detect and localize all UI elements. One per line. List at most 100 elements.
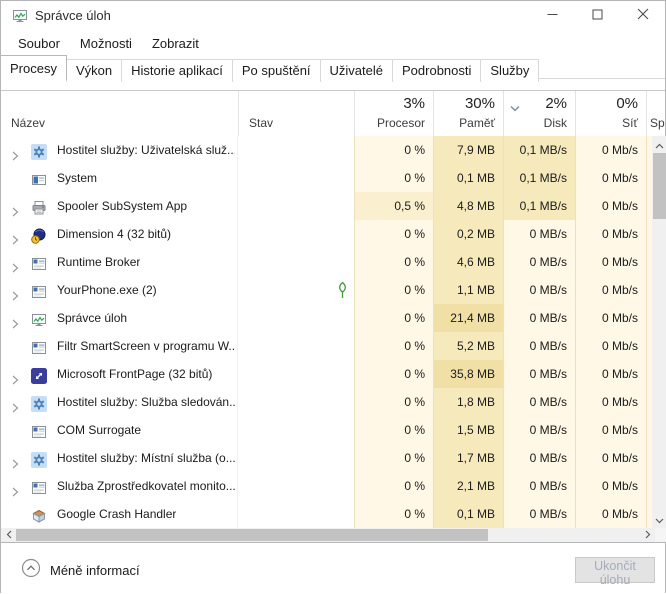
expand-chevron-icon[interactable] [9,200,21,212]
chevron-up-icon [655,136,664,154]
frontpage-icon [31,366,47,382]
horizontal-scrollbar[interactable] [1,528,655,542]
scroll-left-button[interactable] [1,528,16,542]
process-network-value: 0 Mb/s [575,276,646,304]
process-row-spravce-uloh[interactable]: Správce úloh0 %21,4 MB0 MB/s0 Mb/s [1,304,652,332]
expand-chevron-icon[interactable] [9,480,21,492]
process-network-value: 0 Mb/s [575,192,646,220]
process-name-cell: COM Surrogate [1,416,238,444]
menu-item-soubor[interactable]: Soubor [11,33,67,54]
process-disk-value: 0,1 MB/s [503,192,575,220]
end-task-button[interactable]: Ukončit úlohu [575,557,655,583]
process-row-spooler-subsystem-app[interactable]: Spooler SubSystem App0,5 %4,8 MB0,1 MB/s… [1,192,652,220]
menu-item-zobrazit[interactable]: Zobrazit [145,33,206,54]
scroll-right-button[interactable] [640,528,655,542]
maximize-icon [592,7,603,25]
scroll-up-button[interactable] [652,136,666,153]
process-name-cell: Dimension 4 (32 bitů) [1,220,238,248]
process-status-cell [238,136,354,164]
system-icon [31,170,47,186]
process-name-cell: YourPhone.exe (2) [1,276,238,304]
less-details-label: Méně informací [50,563,140,578]
process-network-value: 0 Mb/s [575,332,646,360]
process-row-microsoft-frontpage-32-bitu[interactable]: Microsoft FrontPage (32 bitů)0 %35,8 MB0… [1,360,652,388]
minimize-button[interactable] [530,1,575,31]
column-header-status[interactable]: Stav [238,91,354,136]
column-header-name[interactable]: Název [1,91,238,136]
menu-item-moznosti[interactable]: Možnosti [73,33,139,54]
column-header-procesor[interactable]: 3%Procesor [354,91,433,136]
maximize-button[interactable] [575,1,620,31]
process-row-hostitel-sluzby-sluzba-sledovan[interactable]: Hostitel služby: Služba sledován...0 %1,… [1,388,652,416]
close-button[interactable] [620,1,665,31]
tab-podrobnosti[interactable]: Podrobnosti [392,59,481,82]
vertical-scrollbar-thumb[interactable] [653,153,666,219]
title-bar[interactable]: Správce úloh [1,1,665,31]
process-name-cell: Služba Zprostředkovatel monito... [1,472,238,500]
process-cpu-value: 0 % [354,276,433,304]
process-disk-value: 0 MB/s [503,500,575,528]
column-header-disk[interactable]: 2%Disk [503,91,575,136]
process-network-value: 0 Mb/s [575,416,646,444]
process-row-hostitel-sluzby-uzivatelska-sluz[interactable]: Hostitel služby: Uživatelská služ...0 %7… [1,136,652,164]
process-name: Runtime Broker [57,248,140,276]
scroll-down-button[interactable] [652,511,666,528]
column-header-partial[interactable]: Sp [646,91,666,136]
process-cpu-value: 0 % [354,248,433,276]
expand-chevron-icon[interactable] [9,144,21,156]
tab-po-spusteni[interactable]: Po spuštění [232,59,321,82]
process-row-system[interactable]: System0 %0,1 MB0,1 MB/s0 Mb/s [1,164,652,192]
expand-chevron-icon[interactable] [9,368,21,380]
expand-chevron-icon[interactable] [9,284,21,296]
column-header-partial-label: Sp [650,116,665,130]
process-name: Hostitel služby: Místní služba (o... [57,444,235,472]
process-status-cell [238,360,354,388]
close-icon [637,7,649,25]
process-cpu-value: 0 % [354,444,433,472]
expand-chevron-icon[interactable] [9,452,21,464]
process-name-cell: Google Crash Handler [1,500,238,528]
column-header-sit[interactable]: 0%Síť [575,91,646,136]
process-row-filtr-smartscreen-v-programu-w[interactable]: Filtr SmartScreen v programu W...0 %5,2 … [1,332,652,360]
expand-chevron-icon[interactable] [9,256,21,268]
process-network-value: 0 Mb/s [575,136,646,164]
tab-procesy[interactable]: Procesy [0,55,67,80]
process-name: System [57,164,97,192]
column-header-label: Paměť [459,116,495,130]
column-header-pamet[interactable]: 30%Paměť [433,91,503,136]
process-status-cell [238,164,354,192]
process-name: Spooler SubSystem App [57,192,187,220]
process-row-dimension-4-32-bitu[interactable]: Dimension 4 (32 bitů)0 %0,2 MB0 MB/s0 Mb… [1,220,652,248]
tab-vykon[interactable]: Výkon [66,59,122,82]
process-row-sluzba-zprostredkovatel-monito[interactable]: Služba Zprostředkovatel monito...0 %2,1 … [1,472,652,500]
process-row-com-surrogate[interactable]: COM Surrogate0 %1,5 MB0 MB/s0 Mb/s [1,416,652,444]
taskmgr-icon [31,310,47,326]
process-row-google-crash-handler[interactable]: Google Crash Handler0 %0,1 MB0 MB/s0 Mb/… [1,500,652,528]
process-status-cell [238,248,354,276]
vertical-scrollbar[interactable] [652,136,666,528]
process-disk-value: 0 MB/s [503,304,575,332]
app-icon [12,8,28,24]
process-row-hostitel-sluzby-mistni-sluzba-o[interactable]: Hostitel služby: Místní služba (o...0 %1… [1,444,652,472]
process-row-yourphone-exe-2[interactable]: YourPhone.exe (2)0 %1,1 MB0 MB/s0 Mb/s [1,276,652,304]
less-details-toggle[interactable]: Méně informací [21,558,140,583]
expand-chevron-icon[interactable] [9,312,21,324]
process-name-cell: Správce úloh [1,304,238,332]
process-cpu-value: 0 % [354,136,433,164]
tab-historie-aplikaci[interactable]: Historie aplikací [121,59,233,82]
process-name-cell: System [1,164,238,192]
tab-uzivatele[interactable]: Uživatelé [320,59,393,82]
tab-sluzby[interactable]: Služby [480,59,539,82]
process-disk-value: 0 MB/s [503,472,575,500]
process-row-runtime-broker[interactable]: Runtime Broker0 %4,6 MB0 MB/s0 Mb/s [1,248,652,276]
process-name: Hostitel služby: Uživatelská služ... [57,136,235,164]
svchost-icon [31,450,47,466]
process-name-cell: Hostitel služby: Místní služba (o... [1,444,238,472]
process-disk-value: 0 MB/s [503,332,575,360]
process-status-cell [238,416,354,444]
process-network-value: 0 Mb/s [575,444,646,472]
expand-chevron-icon[interactable] [9,228,21,240]
expand-chevron-icon[interactable] [9,396,21,408]
process-network-value: 0 Mb/s [575,500,646,528]
horizontal-scrollbar-thumb[interactable] [16,529,488,541]
